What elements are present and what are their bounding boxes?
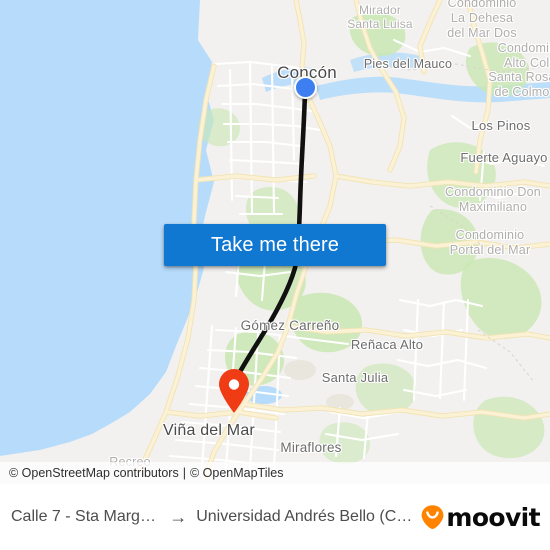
map-pin-icon bbox=[219, 369, 249, 413]
moovit-map-screen: Mirador Santa Luisa Condominio La Dehesa … bbox=[0, 0, 550, 550]
route-origin-label: Calle 7 - Sta Marga… bbox=[11, 508, 161, 525]
origin-marker[interactable] bbox=[293, 75, 317, 99]
arrow-right-icon: → bbox=[169, 508, 188, 526]
map-canvas[interactable]: Mirador Santa Luisa Condominio La Dehesa … bbox=[0, 0, 550, 484]
attribution-osm[interactable]: © OpenStreetMap contributors bbox=[9, 466, 179, 480]
moovit-logo[interactable]: moovit bbox=[420, 502, 541, 532]
take-me-there-button[interactable]: Take me there bbox=[164, 224, 386, 266]
route-destination-label: Universidad Andrés Bello (Ca… bbox=[196, 508, 415, 525]
moovit-pin-icon bbox=[421, 504, 444, 529]
attribution-openmaptiles[interactable]: © OpenMapTiles bbox=[190, 466, 284, 480]
map-attribution: © OpenStreetMap contributors | © OpenMap… bbox=[0, 462, 550, 484]
route-endpoints: Calle 7 - Sta Marga… → Universidad André… bbox=[11, 508, 414, 526]
route-summary-bar: Calle 7 - Sta Marga… → Universidad André… bbox=[0, 484, 550, 550]
attribution-separator: | bbox=[182, 466, 186, 480]
destination-marker[interactable] bbox=[217, 368, 251, 414]
moovit-wordmark: moovit bbox=[446, 502, 540, 532]
